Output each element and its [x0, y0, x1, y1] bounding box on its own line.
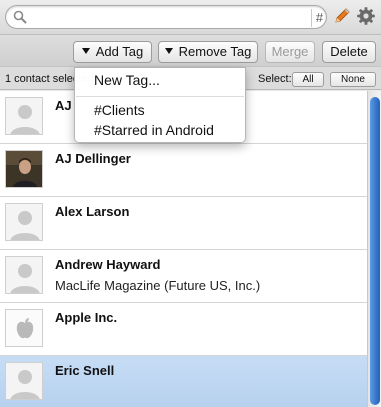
- contact-row[interactable]: AJ Dellinger: [0, 144, 367, 197]
- avatar: [5, 150, 43, 188]
- menu-separator: [76, 96, 244, 97]
- contact-name: Apple Inc.: [55, 310, 118, 325]
- contact-row-selected[interactable]: Eric Snell: [0, 356, 367, 407]
- avatar: [5, 97, 43, 135]
- menu-item-starred-in-android[interactable]: #Starred in Android: [94, 122, 214, 138]
- pencil-icon[interactable]: [333, 7, 351, 25]
- search-bar: #: [0, 0, 381, 34]
- menu-item-clients[interactable]: #Clients: [94, 102, 145, 118]
- select-all-button[interactable]: All: [292, 72, 324, 87]
- dropdown-triangle-icon: [81, 48, 90, 54]
- select-label: Select:: [258, 73, 292, 85]
- remove-tag-button[interactable]: Remove Tag: [158, 41, 258, 63]
- person-placeholder-icon: [6, 363, 42, 399]
- person-placeholder-icon: [6, 257, 42, 293]
- scrollbar[interactable]: [367, 91, 381, 407]
- merge-button[interactable]: Merge: [265, 41, 315, 63]
- person-placeholder-icon: [6, 98, 42, 134]
- contact-name: AJ: [55, 98, 72, 113]
- avatar: [5, 203, 43, 241]
- scrollbar-thumb[interactable]: [370, 97, 380, 405]
- add-tag-label: Add Tag: [95, 44, 144, 59]
- contact-name: AJ Dellinger: [55, 151, 131, 166]
- menu-item-new-tag[interactable]: New Tag...: [94, 72, 160, 88]
- remove-tag-label: Remove Tag: [178, 44, 252, 59]
- avatar: [5, 309, 43, 347]
- contact-photo: [6, 151, 42, 187]
- toolbar: Add Tag Remove Tag Merge Delete: [0, 34, 381, 66]
- person-placeholder-icon: [6, 204, 42, 240]
- contact-company: MacLife Magazine (Future US, Inc.): [55, 278, 261, 293]
- contact-name: Eric Snell: [55, 363, 115, 378]
- contact-row[interactable]: Andrew Hayward MacLife Magazine (Future …: [0, 250, 367, 303]
- avatar: [5, 256, 43, 294]
- add-tag-menu: New Tag... #Clients #Starred in Android: [74, 67, 246, 143]
- contact-row[interactable]: Alex Larson: [0, 197, 367, 250]
- gear-icon[interactable]: [356, 6, 376, 26]
- select-none-button[interactable]: None: [330, 72, 376, 87]
- delete-button[interactable]: Delete: [322, 41, 376, 63]
- search-input[interactable]: [32, 9, 302, 25]
- avatar: [5, 362, 43, 400]
- search-icon: [13, 10, 27, 24]
- contact-name: Alex Larson: [55, 204, 130, 219]
- add-tag-button[interactable]: Add Tag: [73, 41, 152, 63]
- hash-icon[interactable]: #: [311, 9, 327, 27]
- dropdown-triangle-icon: [164, 48, 173, 54]
- apple-logo-icon: [6, 310, 42, 346]
- search-field[interactable]: #: [5, 5, 327, 29]
- contact-row[interactable]: Apple Inc.: [0, 303, 367, 356]
- contact-name: Andrew Hayward: [55, 257, 161, 272]
